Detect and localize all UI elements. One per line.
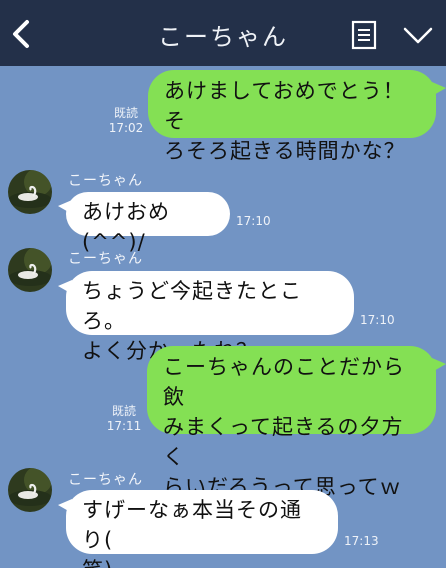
read-status: 既読 17:02 bbox=[108, 106, 144, 136]
incoming-message-bubble[interactable]: あけおめ(^^)/ bbox=[66, 192, 230, 254]
chevron-down-icon bbox=[403, 27, 433, 44]
outgoing-message-bubble[interactable]: あけましておめでとう！そ ろそろ起きる時間かな？ bbox=[148, 70, 436, 163]
sender-name: こーちゃん bbox=[68, 173, 143, 189]
avatar[interactable] bbox=[8, 170, 52, 214]
expand-menu-button[interactable] bbox=[402, 25, 434, 47]
notes-icon bbox=[351, 20, 377, 50]
incoming-message-bubble[interactable]: ちょうど今起きたところ。 よく分かったね？ bbox=[66, 271, 354, 363]
message-time: 17:02 bbox=[108, 121, 144, 135]
message-text: ちょうど今起きたところ。 bbox=[82, 279, 302, 333]
message-text: こーちゃんのことだから飲 bbox=[163, 355, 405, 409]
message-text: あけましておめでとう！そ bbox=[164, 79, 405, 133]
chat-title: こーちゃん bbox=[158, 23, 288, 51]
incoming-message-bubble[interactable]: すげーなぁ本当その通り( 笑) bbox=[66, 490, 338, 568]
sender-name: こーちゃん bbox=[68, 472, 143, 488]
message-text: すげーなぁ本当その通り( bbox=[82, 498, 302, 552]
sender-name: こーちゃん bbox=[68, 251, 143, 267]
message-time: 17:13 bbox=[344, 534, 379, 548]
message-time: 17:10 bbox=[236, 214, 271, 228]
bubble-tail bbox=[432, 358, 446, 372]
swan-avatar-icon bbox=[8, 248, 52, 292]
read-status: 既読 17:11 bbox=[106, 404, 142, 434]
chat-header: こーちゃん bbox=[0, 0, 446, 66]
swan-avatar-icon bbox=[8, 468, 52, 512]
read-label: 既読 bbox=[111, 404, 136, 418]
message-time: 17:11 bbox=[106, 419, 142, 433]
message-text: みまくって起きるの夕方く bbox=[163, 415, 404, 469]
message-text: ろそろ起きる時間かな？ bbox=[164, 139, 406, 163]
avatar[interactable] bbox=[8, 468, 52, 512]
read-label: 既読 bbox=[113, 106, 138, 120]
avatar[interactable] bbox=[8, 248, 52, 292]
message-time: 17:10 bbox=[360, 313, 395, 327]
outgoing-message-bubble[interactable]: こーちゃんのことだから飲 みまくって起きるの夕方く らいだろうって思ってｗ bbox=[147, 346, 436, 499]
notes-button[interactable] bbox=[351, 20, 377, 50]
bubble-tail bbox=[432, 82, 446, 96]
message-text: 笑) bbox=[82, 555, 322, 568]
swan-avatar-icon bbox=[8, 170, 52, 214]
